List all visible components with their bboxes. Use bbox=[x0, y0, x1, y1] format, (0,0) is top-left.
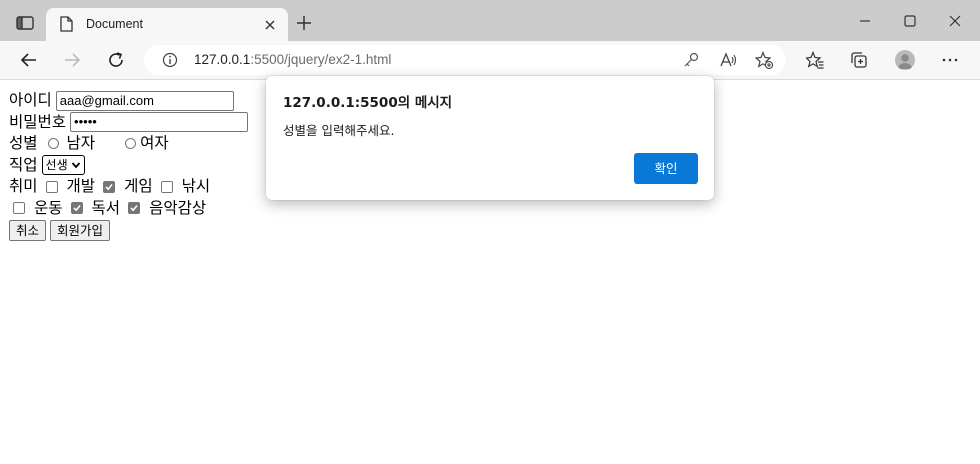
minimize-icon[interactable] bbox=[857, 13, 873, 29]
address-bar[interactable]: 127.0.0.1:5500/jquery/ex2-1.html bbox=[144, 45, 786, 75]
tab-document[interactable]: Document bbox=[46, 8, 288, 41]
checkbox-music[interactable] bbox=[128, 202, 141, 215]
checkbox-develop-label: 개발 bbox=[66, 177, 96, 195]
hobby-label: 취미 bbox=[9, 177, 38, 195]
forward-icon[interactable] bbox=[63, 51, 81, 69]
url-text[interactable]: 127.0.0.1:5500/jquery/ex2-1.html bbox=[194, 52, 391, 67]
more-icon[interactable] bbox=[941, 51, 959, 69]
id-input[interactable]: aaa@gmail.com bbox=[55, 90, 234, 111]
document-icon bbox=[60, 16, 73, 32]
tab-title: Document bbox=[86, 17, 143, 31]
radio-male[interactable] bbox=[47, 138, 59, 150]
row-password: 비밀번호 ••••• bbox=[9, 112, 249, 134]
read-aloud-icon[interactable] bbox=[719, 51, 737, 69]
radio-female-label: 여자 bbox=[140, 134, 169, 152]
url-path: :5500/jquery/ex2-1.html bbox=[250, 52, 392, 67]
checkbox-fishing[interactable] bbox=[160, 180, 173, 193]
url-host: 127.0.0.1 bbox=[194, 52, 251, 67]
maximize-icon[interactable] bbox=[902, 13, 918, 29]
chevron-down-icon bbox=[71, 162, 80, 169]
ok-button[interactable]: 확인 bbox=[634, 153, 698, 184]
checkbox-exercise-label: 운동 bbox=[34, 198, 63, 217]
job-label: 직업 bbox=[9, 155, 38, 174]
radio-female[interactable] bbox=[125, 138, 137, 150]
password-input[interactable]: ••••• bbox=[70, 112, 249, 133]
alert-dialog: 127.0.0.1:5500의 메시지 성별을 입력해주세요. 확인 bbox=[266, 76, 714, 200]
password-label: 비밀번호 bbox=[9, 112, 67, 131]
id-label: 아이디 bbox=[9, 91, 52, 109]
favorites-icon[interactable] bbox=[805, 50, 824, 69]
row-gender: 성별 남자 여자 bbox=[9, 133, 248, 155]
checkbox-fishing-label: 낚시 bbox=[181, 177, 211, 195]
row-hobby-1: 취미 개발 게임 낚시 bbox=[9, 176, 248, 198]
close-window-icon[interactable] bbox=[947, 13, 963, 29]
row-id: 아이디 aaa@gmail.com bbox=[9, 90, 248, 112]
tab-strip: Document bbox=[0, 0, 980, 41]
info-icon[interactable] bbox=[162, 52, 178, 68]
tab-actions-icon[interactable] bbox=[16, 15, 34, 30]
row-job: 직업 선생 bbox=[9, 155, 248, 177]
radio-male-label: 남자 bbox=[66, 134, 96, 152]
toolbar: 127.0.0.1:5500/jquery/ex2-1.html bbox=[0, 41, 980, 80]
signup-button[interactable]: 회원가입 bbox=[50, 220, 111, 242]
checkbox-develop[interactable] bbox=[45, 180, 58, 193]
checkbox-exercise[interactable] bbox=[13, 202, 25, 215]
checkbox-reading-label: 독서 bbox=[91, 198, 121, 217]
gender-label: 성별 bbox=[9, 134, 38, 152]
close-icon[interactable] bbox=[263, 17, 277, 31]
row-hobby-2: 운동 독서 음악감상 bbox=[9, 198, 248, 220]
refresh-icon[interactable] bbox=[107, 51, 125, 69]
job-select[interactable]: 선생 bbox=[41, 155, 85, 176]
checkbox-music-label: 음악감상 bbox=[149, 198, 207, 217]
checkbox-game-label: 게임 bbox=[124, 177, 153, 195]
checkbox-game[interactable] bbox=[103, 180, 116, 193]
browser-window: Document 127.0.0.1:5500/jquery/ex2-1.htm… bbox=[0, 0, 980, 464]
dialog-title: 127.0.0.1:5500의 메시지 bbox=[283, 95, 453, 111]
dialog-message: 성별을 입력해주세요. bbox=[283, 123, 395, 138]
row-buttons: 취소 회원가입 bbox=[9, 220, 248, 242]
add-favorite-icon[interactable] bbox=[754, 50, 774, 70]
key-icon[interactable] bbox=[682, 51, 700, 69]
collections-icon[interactable] bbox=[850, 51, 868, 69]
job-select-value: 선생 bbox=[45, 157, 68, 172]
profile-icon[interactable] bbox=[895, 50, 915, 70]
cancel-button[interactable]: 취소 bbox=[9, 220, 47, 242]
back-icon[interactable] bbox=[20, 51, 38, 69]
plus-icon[interactable] bbox=[296, 15, 312, 31]
checkbox-reading[interactable] bbox=[70, 202, 83, 215]
signup-form: 아이디 aaa@gmail.com 비밀번호 ••••• 성별 남자 여자 직업… bbox=[9, 90, 249, 242]
